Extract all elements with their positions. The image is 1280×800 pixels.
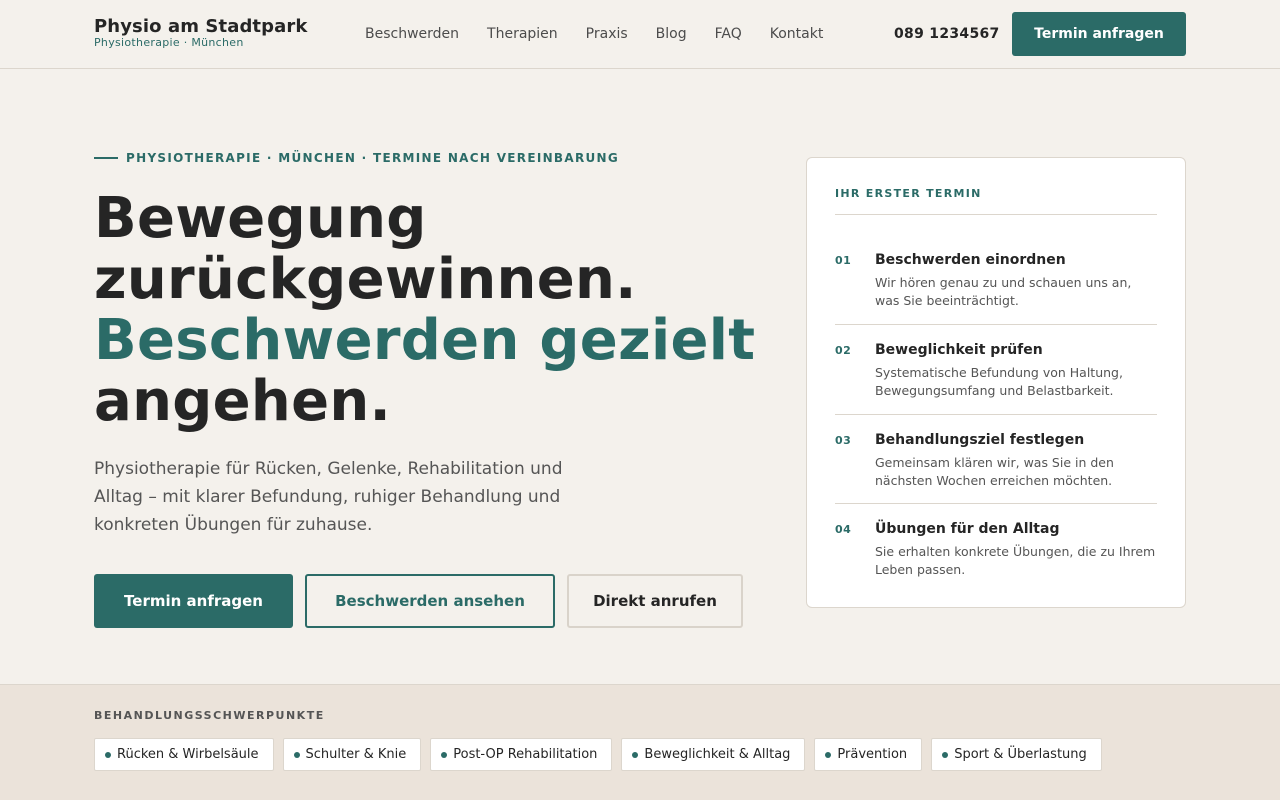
focus-chip[interactable]: Prävention — [814, 738, 923, 771]
chip-label: Rücken & Wirbelsäule — [117, 747, 259, 762]
bullet-dot-icon — [942, 751, 949, 758]
step-title: Behandlungsziel festlegen — [875, 432, 1085, 448]
chip-label: Beweglichkeit & Alltag — [644, 747, 791, 762]
step-title: Übungen für den Alltag — [875, 521, 1060, 537]
step-number: 02 — [835, 344, 852, 357]
brand-logo[interactable]: Physio am Stadtpark Physiotherapie · Mün… — [94, 16, 307, 49]
step-title: Beweglichkeit prüfen — [875, 342, 1043, 358]
chip-label: Post-OP Rehabilitation — [453, 747, 598, 762]
nav-link-kontakt[interactable]: Kontakt — [770, 25, 824, 43]
bullet-dot-icon — [441, 751, 448, 758]
step-title: Beschwerden einordnen — [875, 252, 1066, 268]
bullet-dot-icon — [105, 751, 111, 758]
chip-label: Prävention — [837, 747, 908, 762]
hero-headline: Bewegung zurückgewinnen. Beschwerden gez… — [94, 188, 755, 432]
headline-accent: Beschwerden gezielt — [94, 308, 756, 373]
headline-line-2: zurückgewinnen. — [94, 247, 637, 312]
step-divider — [835, 324, 1157, 325]
appointment-button[interactable]: Termin anfragen — [94, 574, 293, 628]
nav-link-therapien[interactable]: Therapien — [487, 25, 558, 43]
chip-label: Sport & Überlastung — [954, 747, 1087, 762]
treatment-focus-band: BEHANDLUNGSSCHWERPUNKTE Rücken & Wirbels… — [0, 684, 1280, 800]
bullet-dot-icon — [632, 751, 639, 758]
focus-chip-list: Rücken & Wirbelsäule Schulter & Knie Pos… — [94, 738, 1111, 771]
header-appointment-button[interactable]: Termin anfragen — [1012, 12, 1186, 56]
nav-link-beschwerden[interactable]: Beschwerden — [365, 25, 459, 43]
brand-name: Physio am Stadtpark — [94, 16, 308, 37]
view-complaints-button[interactable]: Beschwerden ansehen — [305, 574, 555, 628]
focus-chip[interactable]: Schulter & Knie — [282, 738, 422, 771]
headline-line-4: angehen. — [94, 369, 392, 434]
nav-link-faq[interactable]: FAQ — [715, 25, 742, 43]
focus-chip[interactable]: Sport & Überlastung — [931, 738, 1102, 771]
step-description: Gemeinsam klären wir, was Sie in den näc… — [875, 455, 1114, 488]
hero-eyebrow: PHYSIOTHERAPIE · MÜNCHEN · TERMINE NACH … — [94, 151, 619, 165]
step-description: Systematische Befundung von Haltung, Bew… — [875, 365, 1123, 398]
eyebrow-line — [94, 157, 118, 159]
nav-link-blog[interactable]: Blog — [656, 25, 687, 43]
step-number: 04 — [835, 523, 852, 536]
eyebrow-text: PHYSIOTHERAPIE · MÜNCHEN · TERMINE NACH … — [126, 151, 620, 165]
nav-link-praxis[interactable]: Praxis — [586, 25, 628, 43]
step-divider — [835, 414, 1157, 415]
chip-label: Schulter & Knie — [305, 747, 407, 762]
call-directly-button[interactable]: Direkt anrufen — [567, 574, 743, 628]
step-description: Wir hören genau zu und schauen uns an, w… — [875, 275, 1132, 308]
focus-chip[interactable]: Post-OP Rehabilitation — [430, 738, 613, 771]
bullet-dot-icon — [825, 751, 832, 758]
step-number: 01 — [835, 254, 852, 267]
focus-title: BEHANDLUNGSSCHWERPUNKTE — [94, 709, 325, 722]
hero-lead: Physiotherapie für Rücken, Gelenke, Reha… — [94, 459, 563, 535]
focus-chip[interactable]: Beweglichkeit & Alltag — [621, 738, 806, 771]
card-title: IHR ERSTER TERMIN — [835, 187, 982, 200]
step-description: Sie erhalten konkrete Übungen, die zu Ih… — [875, 544, 1156, 577]
step-number: 03 — [835, 434, 852, 447]
headline-line-1: Bewegung — [94, 186, 427, 251]
bullet-dot-icon — [293, 751, 300, 758]
focus-chip[interactable]: Rücken & Wirbelsäule — [94, 738, 274, 771]
main-nav: Beschwerden Therapien Praxis Blog FAQ Ko… — [365, 25, 851, 43]
site-header: Physio am Stadtpark Physiotherapie · Mün… — [0, 0, 1280, 69]
first-appointment-card: IHR ERSTER TERMIN 01 Beschwerden einordn… — [806, 157, 1186, 608]
phone-link[interactable]: 089 1234567 — [894, 25, 1000, 43]
step-divider — [835, 503, 1157, 504]
card-divider — [835, 214, 1157, 215]
